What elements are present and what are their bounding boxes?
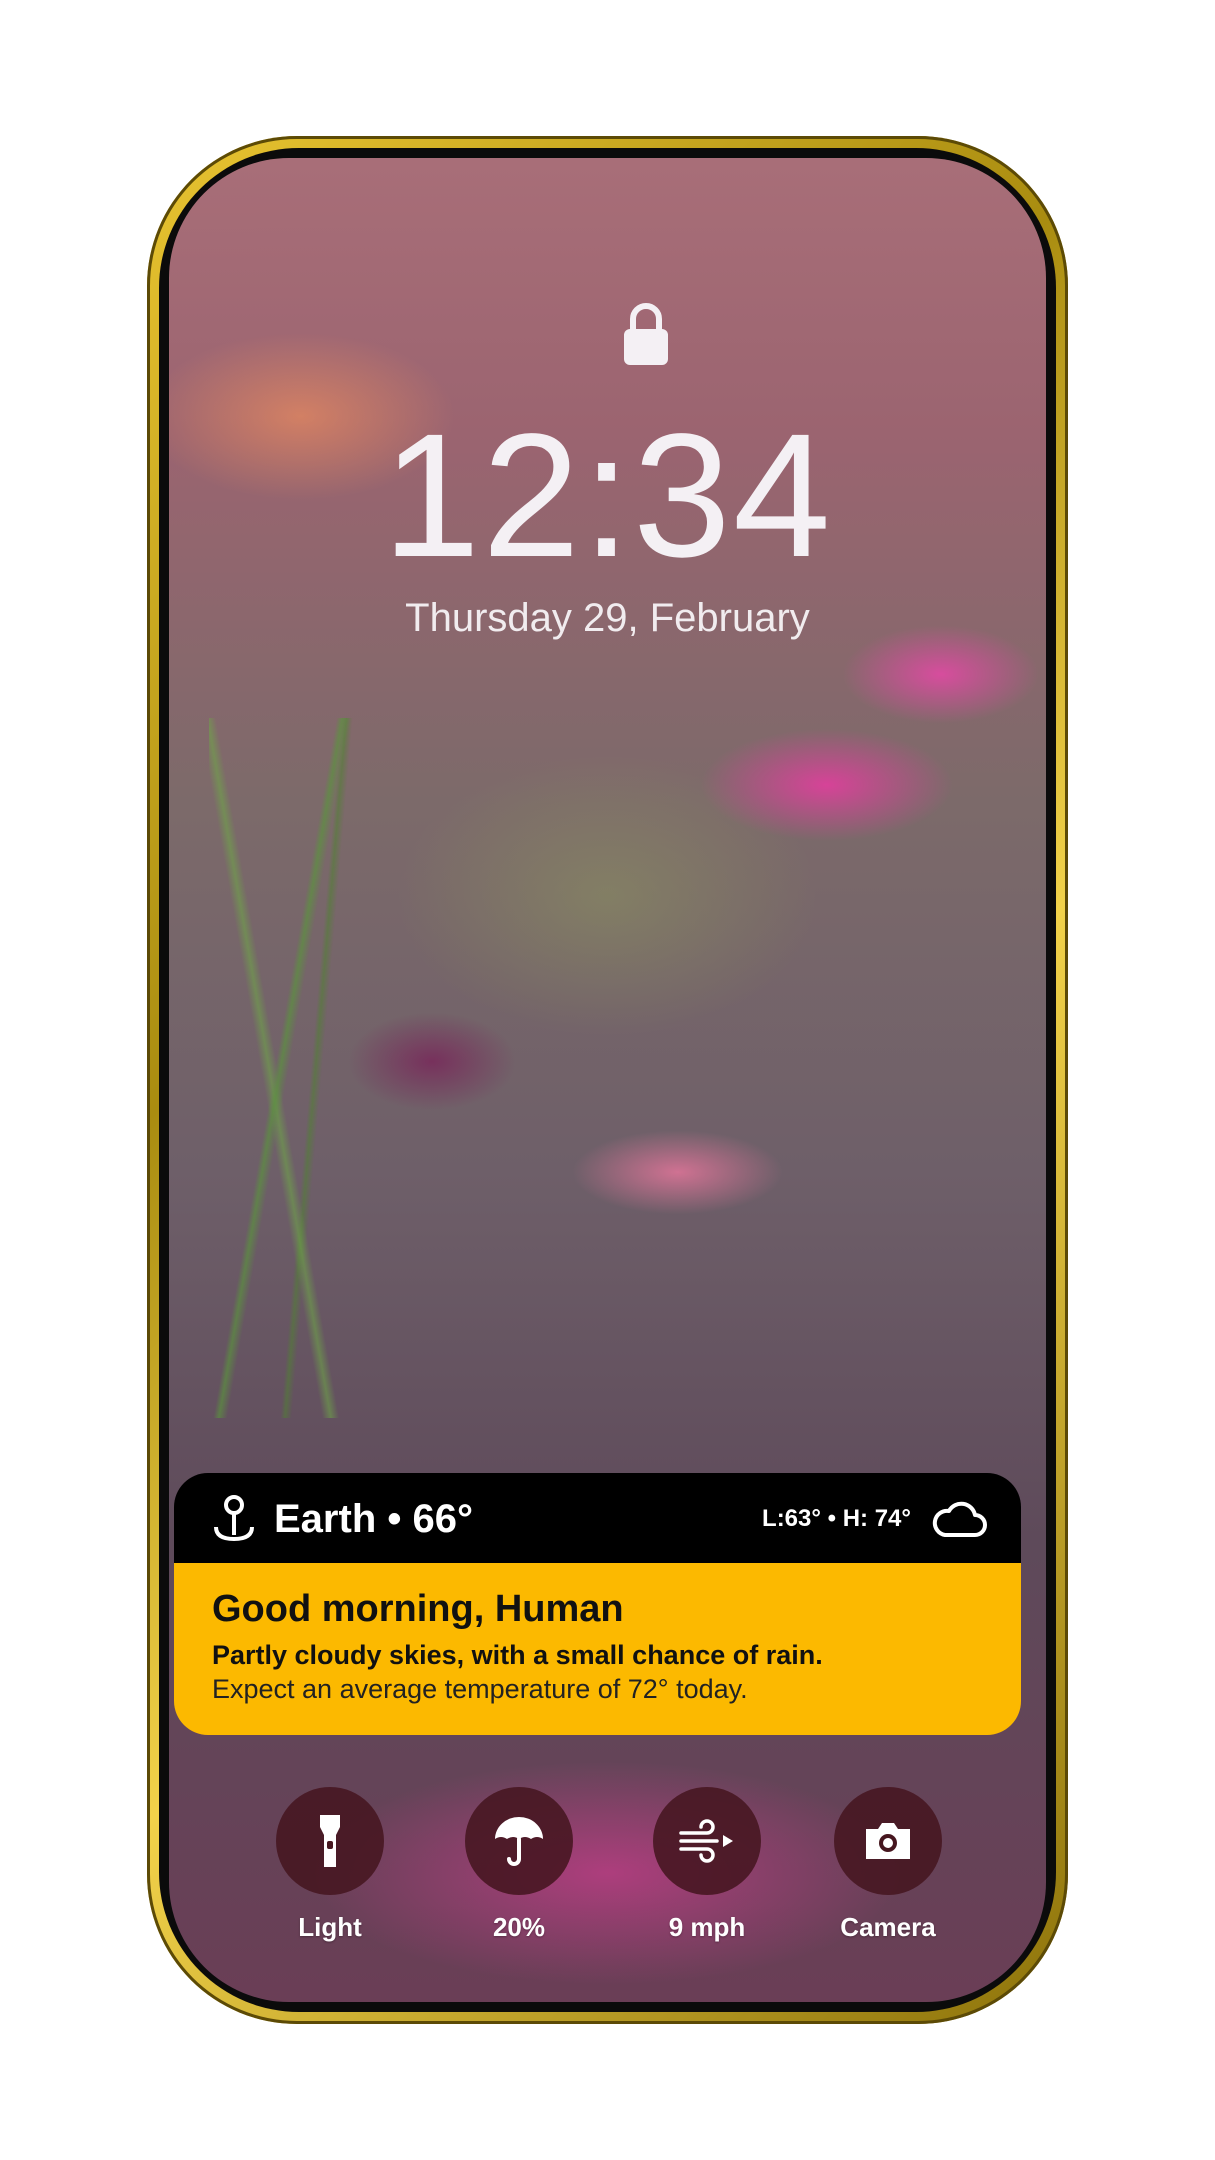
weather-summary: Partly cloudy skies, with a small chance… bbox=[212, 1640, 823, 1670]
camera-label: Camera bbox=[840, 1912, 936, 1942]
flashlight-label: Light bbox=[298, 1912, 362, 1942]
wind-label: 9 mph bbox=[668, 1912, 746, 1942]
flashlight-icon bbox=[320, 1815, 340, 1867]
rain-chance-label: 20% bbox=[492, 1912, 546, 1942]
lock-date: Thursday 29, February bbox=[405, 596, 810, 640]
weather-detail: Expect an average temperature of 72° tod… bbox=[212, 1674, 748, 1704]
lock-icon bbox=[624, 303, 668, 365]
weather-widget[interactable]: Earth • 66° L:63° • H: 74° Good morning,… bbox=[174, 1473, 1021, 1735]
device: 12:34 Thursday 29, February bbox=[147, 136, 1068, 2024]
weather-location: Earth bbox=[274, 1497, 377, 1541]
wind-button[interactable] bbox=[653, 1787, 761, 1895]
weather-location-temp: Earth • 66° bbox=[274, 1495, 473, 1543]
weather-low-high: L:63° • H: 74° bbox=[762, 1505, 911, 1532]
umbrella-icon bbox=[495, 1817, 543, 1866]
weather-widget-header: Earth • 66° L:63° • H: 74° bbox=[174, 1473, 1021, 1563]
camera-icon bbox=[866, 1823, 910, 1859]
location-pin-icon bbox=[214, 1495, 254, 1542]
weather-current-temp: 66° bbox=[412, 1497, 474, 1541]
camera-button[interactable] bbox=[834, 1787, 942, 1895]
flashlight-button[interactable] bbox=[276, 1787, 384, 1895]
cloud-icon bbox=[932, 1501, 987, 1537]
wallpaper-reeds bbox=[209, 718, 369, 1418]
wind-icon bbox=[679, 1819, 733, 1863]
weather-greeting: Good morning, Human bbox=[212, 1588, 624, 1630]
rain-chance-button[interactable] bbox=[465, 1787, 573, 1895]
weather-separator: • bbox=[387, 1497, 402, 1541]
lock-time: 12:34 bbox=[382, 398, 833, 594]
